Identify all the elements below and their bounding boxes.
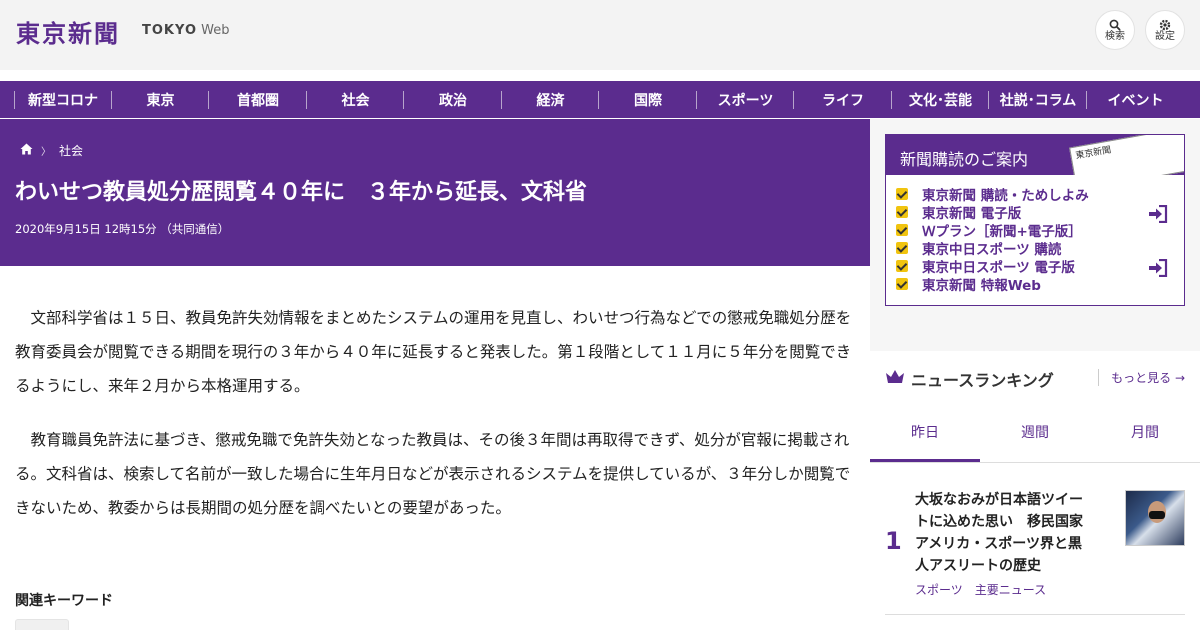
ranking-more-link[interactable]: もっと見る → — [1098, 369, 1185, 386]
arrow-right-icon: → — [1174, 371, 1185, 385]
nav-item-life[interactable]: ライフ — [794, 81, 892, 118]
subscription-item[interactable]: 東京新聞 特報Web — [896, 275, 1184, 294]
check-icon — [896, 206, 908, 218]
main-nav: 新型コロナ 東京 首都圏 社会 政治 経済 国際 スポーツ ライフ 文化･芸能 … — [0, 81, 1200, 118]
nav-label: イベント — [1107, 92, 1164, 109]
nav-label: 首都圏 — [237, 92, 279, 109]
logo-en-light: Web — [201, 23, 230, 38]
login-icon[interactable] — [1148, 205, 1168, 223]
nav-label: 政治 — [439, 92, 467, 109]
check-icon — [896, 260, 908, 272]
article-dateline: 2020年9月15日 12時15分 （共同通信） — [15, 222, 230, 236]
breadcrumb-section[interactable]: 社会 — [59, 142, 83, 159]
check-icon — [896, 224, 908, 236]
tag-link[interactable]: スポーツ — [915, 581, 963, 598]
search-button[interactable]: 検索 — [1095, 10, 1135, 50]
subscription-item[interactable]: 東京新聞 購読・ためしよみ — [896, 185, 1184, 204]
nav-label: 東京 — [146, 92, 175, 109]
subscription-item[interactable]: 東京中日スポーツ 電子版 — [896, 257, 1184, 276]
ranking-item-tags: スポーツ 主要ニュース — [915, 581, 1046, 598]
tab-yesterday[interactable]: 昨日 — [870, 407, 980, 462]
nav-item-editorial[interactable]: 社説･コラム — [989, 81, 1087, 118]
nav-label: 社説･コラム — [999, 92, 1077, 109]
subscription-item-label: 東京中日スポーツ 購読 — [922, 242, 1062, 258]
nav-item-politics[interactable]: 政治 — [404, 81, 502, 118]
login-icon[interactable] — [1148, 259, 1168, 277]
nav-label: 文化･芸能 — [909, 92, 972, 109]
newspaper-illustration: 東京新聞 — [1069, 135, 1184, 175]
subscription-list: 東京新聞 購読・ためしよみ 東京新聞 電子版 Ｗプラン［新聞+電子版］ 東京中日… — [886, 175, 1184, 294]
ranking-header: ニュースランキング もっと見る → — [885, 367, 1185, 391]
nav-label: 国際 — [634, 92, 662, 109]
site-logo-sub[interactable]: TOKYO Web — [142, 23, 229, 38]
subscription-item-label: 東京新聞 特報Web — [922, 278, 1041, 294]
site-logo[interactable]: 東京新聞 — [16, 14, 120, 49]
nav-label: スポーツ — [717, 92, 774, 109]
subscription-item-label: 東京中日スポーツ 電子版 — [922, 260, 1075, 276]
nav-item-tokyo[interactable]: 東京 — [112, 81, 209, 118]
tab-monthly[interactable]: 月間 — [1090, 407, 1200, 462]
check-icon — [896, 242, 908, 254]
ranking-item[interactable]: 1 大坂なおみが日本語ツイートに込めた思い 移民国家アメリカ・スポーツ界と黒人ア… — [885, 489, 1185, 615]
subscription-item-label: 東京新聞 電子版 — [922, 206, 1022, 222]
keyword-chip[interactable] — [15, 619, 69, 630]
nav-label: 社会 — [341, 92, 370, 109]
thumbnail-mask — [1149, 511, 1165, 519]
site-header: 東京新聞 TOKYO Web 検索 設定 — [0, 0, 1200, 70]
nav-item-society[interactable]: 社会 — [307, 81, 404, 118]
subscription-box: 新聞購読のご案内 東京新聞 東京新聞 購読・ためしよみ 東京新聞 電子版 Ｗプラ… — [885, 134, 1185, 306]
logo-en-bold: TOKYO — [142, 23, 197, 38]
tab-weekly[interactable]: 週間 — [980, 407, 1090, 462]
settings-label: 設定 — [1155, 31, 1175, 42]
nav-label: 経済 — [536, 92, 565, 109]
newspaper-text: 東京新聞 — [1074, 145, 1113, 162]
subscription-title: 新聞購読のご案内 — [900, 150, 1029, 169]
home-icon[interactable] — [20, 143, 33, 158]
gear-icon — [1146, 11, 1184, 31]
search-label: 検索 — [1105, 31, 1125, 42]
news-ranking: ニュースランキング もっと見る → 昨日 週間 月間 1 大坂なおみが日本語ツイ… — [870, 351, 1200, 630]
more-label: もっと見る — [1111, 371, 1172, 385]
search-icon — [1096, 11, 1134, 31]
crown-icon — [885, 369, 905, 389]
subscription-item[interactable]: 東京中日スポーツ 購読 — [896, 239, 1184, 258]
nav-item-world[interactable]: 国際 — [599, 81, 697, 118]
nav-label: 新型コロナ — [28, 92, 98, 109]
ranking-thumbnail[interactable] — [1125, 490, 1185, 546]
subscription-item-label: 東京新聞 購読・ためしよみ — [922, 188, 1089, 204]
breadcrumb: 〉 社会 — [20, 142, 83, 159]
subscription-item-label: Ｗプラン［新聞+電子版］ — [922, 224, 1082, 240]
ranking-item-title[interactable]: 大坂なおみが日本語ツイートに込めた思い 移民国家アメリカ・スポーツ界と黒人アスリ… — [915, 489, 1095, 577]
check-icon — [896, 278, 908, 290]
article-paragraph: 文部科学省は１５日、教員免許失効情報をまとめたシステムの運用を見直し、わいせつ行… — [15, 309, 852, 395]
settings-button[interactable]: 設定 — [1145, 10, 1185, 50]
keywords-title: 関連キーワード — [15, 593, 113, 609]
tag-link[interactable]: 主要ニュース — [975, 581, 1046, 598]
nav-item-culture[interactable]: 文化･芸能 — [892, 81, 989, 118]
nav-item-events[interactable]: イベント — [1087, 81, 1184, 118]
article-headline: わいせつ教員処分歴閲覧４０年に ３年から延長、文科省 — [15, 180, 588, 205]
ranking-tabs: 昨日 週間 月間 — [870, 407, 1200, 463]
subscription-header: 新聞購読のご案内 東京新聞 — [886, 135, 1184, 175]
subscription-item[interactable]: Ｗプラン［新聞+電子版］ — [896, 221, 1184, 240]
ranking-title: ニュースランキング — [911, 371, 1054, 390]
nav-item-sports[interactable]: スポーツ — [697, 81, 794, 118]
article-paragraph: 教育職員免許法に基づき、懲戒免職で免許失効となった教員は、その後３年間は再取得で… — [15, 431, 851, 517]
rank-number: 1 — [885, 527, 902, 555]
nav-label: ライフ — [822, 92, 864, 109]
article-header: 〉 社会 わいせつ教員処分歴閲覧４０年に ３年から延長、文科省 2020年9月1… — [0, 119, 870, 266]
nav-item-corona[interactable]: 新型コロナ — [14, 81, 112, 118]
subscription-item[interactable]: 東京新聞 電子版 — [896, 203, 1184, 222]
check-icon — [896, 188, 908, 200]
breadcrumb-separator: 〉 — [41, 147, 51, 158]
nav-item-shutoken[interactable]: 首都圏 — [209, 81, 307, 118]
nav-item-economy[interactable]: 経済 — [502, 81, 599, 118]
